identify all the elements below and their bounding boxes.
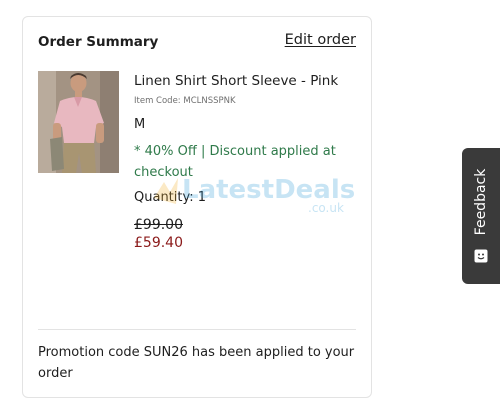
product-name[interactable]: Linen Shirt Short Sleeve - Pink xyxy=(134,73,364,89)
feedback-label: Feedback xyxy=(473,168,489,236)
discount-note: * 40% Off | Discount applied at checkout xyxy=(134,144,336,180)
product-size: M xyxy=(134,117,146,132)
original-price: £99.00 xyxy=(134,217,183,233)
sale-price: £59.40 xyxy=(134,235,183,251)
product-image[interactable] xyxy=(38,71,119,173)
order-summary-card: Order Summary Edit order Linen Shirt Sho… xyxy=(22,16,372,398)
product-photo-icon xyxy=(38,71,119,173)
product-info: Linen Shirt Short Sleeve - Pink Item Cod… xyxy=(134,73,364,251)
quantity: Quantity: 1 xyxy=(134,190,207,205)
divider xyxy=(38,329,356,330)
feedback-tab[interactable]: Feedback xyxy=(462,148,500,284)
order-summary-header: Order Summary Edit order xyxy=(38,32,356,56)
order-summary-title: Order Summary xyxy=(38,34,159,50)
item-code: Item Code: MCLNSSPNK xyxy=(134,96,236,106)
feedback-face-icon xyxy=(474,249,488,263)
edit-order-link[interactable]: Edit order xyxy=(285,32,356,48)
